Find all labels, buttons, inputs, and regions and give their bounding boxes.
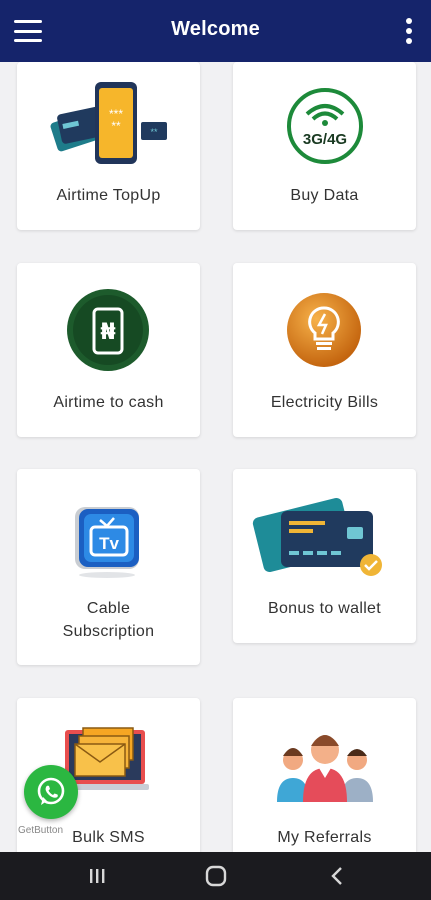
- tile-label: Cable Subscription: [62, 600, 155, 640]
- tile-buy-data[interactable]: 3G/4G Buy Data: [233, 62, 416, 230]
- tile-airtime-topup[interactable]: ** *** ** Airtime TopUp: [17, 62, 200, 230]
- tv-icon: Tv: [75, 507, 139, 578]
- tile-label: Bonus to wallet: [267, 600, 381, 617]
- svg-text:**: **: [150, 127, 158, 137]
- tile-electricity-bills[interactable]: Electricity Bills: [233, 263, 416, 437]
- bank-card-icon: [252, 497, 382, 576]
- tile-my-referrals[interactable]: My Referrals: [233, 698, 416, 852]
- naira-icon-text: ₦: [100, 320, 115, 345]
- tile-label: My Referrals: [277, 829, 372, 846]
- tile-bonus-to-wallet[interactable]: Bonus to wallet: [233, 469, 416, 643]
- tile-label: Airtime to cash: [53, 394, 164, 411]
- data-icon-text: 3G/4G: [303, 131, 347, 148]
- services-grid: ** *** ** Airtime TopUp 3G/4G Buy Data ₦…: [0, 0, 431, 852]
- data-3g-4g-icon: 3G/4G: [287, 88, 363, 164]
- airtime-topup-icon: ** *** **: [50, 82, 167, 164]
- lightbulb-icon: [287, 293, 361, 367]
- back-icon[interactable]: [322, 864, 352, 888]
- getbutton-credit[interactable]: GetButton: [18, 825, 63, 836]
- tile-cable-subscription[interactable]: Tv Cable Subscription: [17, 469, 200, 665]
- more-vertical-icon[interactable]: [405, 18, 413, 44]
- tile-label: Buy Data: [290, 187, 359, 204]
- tile-airtime-to-cash[interactable]: ₦ Airtime to cash: [17, 263, 200, 437]
- whatsapp-icon: [37, 777, 65, 805]
- recents-icon[interactable]: [82, 864, 112, 888]
- svg-text:**: **: [111, 119, 121, 133]
- app-bar: Welcome: [0, 0, 431, 62]
- page-title: Welcome: [171, 18, 260, 40]
- tv-icon-text: Tv: [99, 534, 119, 553]
- referrals-people-icon: [277, 735, 373, 802]
- whatsapp-button[interactable]: [24, 765, 78, 819]
- home-icon[interactable]: [201, 864, 231, 888]
- system-navigation-bar: [0, 852, 431, 900]
- tile-label: Airtime TopUp: [56, 187, 161, 204]
- naira-phone-icon: ₦: [67, 289, 149, 371]
- tile-label: Electricity Bills: [270, 394, 379, 411]
